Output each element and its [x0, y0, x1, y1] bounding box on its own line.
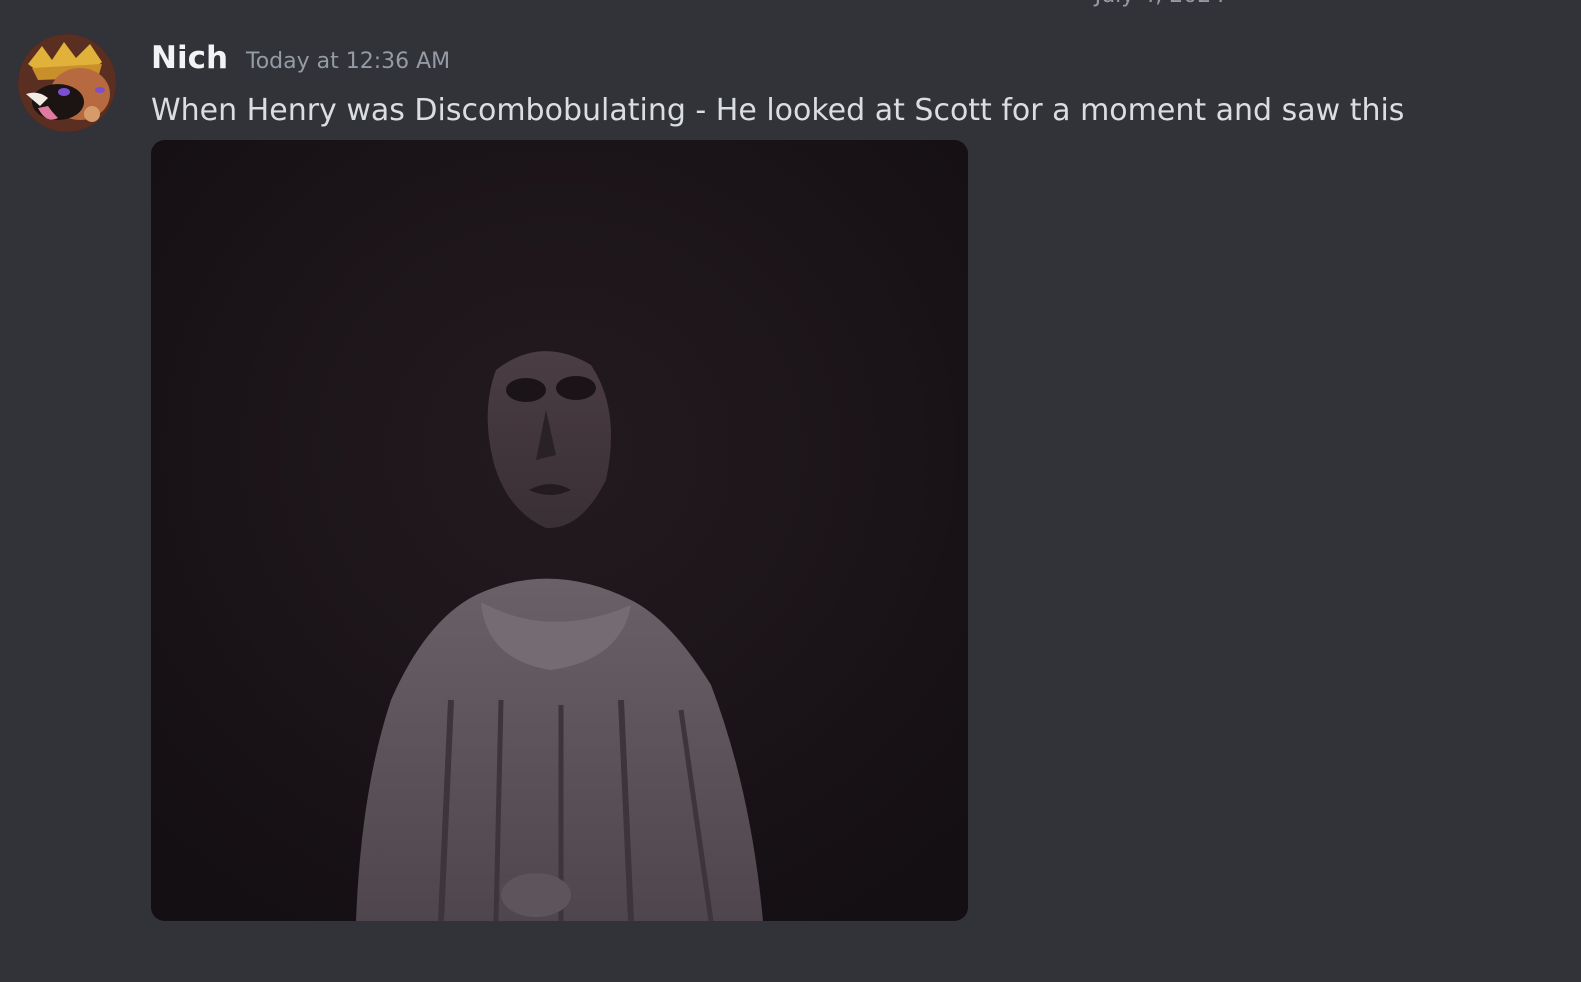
- image-attachment[interactable]: [151, 140, 968, 921]
- attachment-image: [151, 140, 968, 921]
- chat-view: July 4, 2024 Nich Today at 12:36 AM When…: [0, 0, 1581, 982]
- message-timestamp[interactable]: Today at 12:36 AM: [246, 49, 450, 74]
- author-username[interactable]: Nich: [151, 40, 228, 76]
- message-content: When Henry was Discombobulating - He loo…: [151, 93, 1405, 128]
- message-header: Nich Today at 12:36 AM: [151, 40, 450, 88]
- user-avatar[interactable]: [18, 34, 116, 132]
- avatar-image: [18, 34, 116, 132]
- chat-message: Nich Today at 12:36 AM When Henry was Di…: [0, 0, 1581, 960]
